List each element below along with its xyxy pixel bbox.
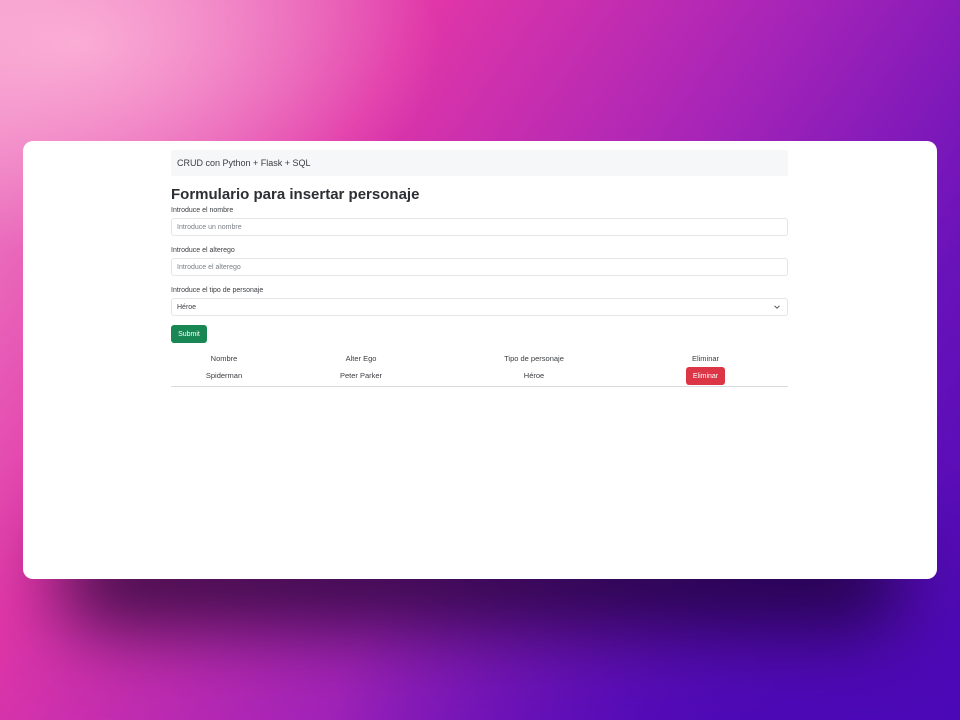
form-title: Formulario para insertar personaje [171,186,420,203]
navbar-brand[interactable]: CRUD con Python + Flask + SQL [177,158,311,168]
alterego-placeholder: Introduce el alterego [177,263,241,271]
table-row: Spiderman Peter Parker Héroe Eliminar [171,364,788,387]
cell-action: Eliminar [623,364,788,387]
header-eliminar: Eliminar [691,353,720,363]
main-container: CRUD con Python + Flask + SQL Formulario… [171,150,788,387]
name-input[interactable]: Introduce un nombre [171,218,788,236]
type-selected-value: Héroe [177,303,197,311]
name-placeholder: Introduce un nombre [177,223,242,231]
header-nombre: Nombre [210,353,238,363]
type-label: Introduce el tipo de personaje [171,287,264,294]
cell-alter-ego: Peter Parker [277,364,445,387]
header-tipo: Tipo de personaje [504,353,564,363]
submit-button[interactable]: Submit [171,325,207,343]
chevron-down-icon [774,305,780,309]
alterego-group: Introduce el alterego Introduce el alter… [171,246,788,276]
alterego-input[interactable]: Introduce el alterego [171,258,788,276]
type-group: Introduce el tipo de personaje Héroe [171,286,788,316]
name-group: Introduce el nombre Introduce un nombre [171,206,788,236]
alterego-label: Introduce el alterego [171,247,235,254]
cell-nombre: Spiderman [171,364,277,387]
table-header-row: Nombre Alter Ego Tipo de personaje Elimi… [171,352,788,364]
cell-tipo: Héroe [445,364,623,387]
browser-window: CRUD con Python + Flask + SQL Formulario… [23,141,937,579]
delete-button[interactable]: Eliminar [686,367,725,385]
characters-table: Nombre Alter Ego Tipo de personaje Elimi… [171,352,788,387]
name-label: Introduce el nombre [171,207,234,214]
type-select[interactable]: Héroe [171,298,788,316]
navbar: CRUD con Python + Flask + SQL [171,150,788,176]
header-alter-ego: Alter Ego [345,353,377,363]
